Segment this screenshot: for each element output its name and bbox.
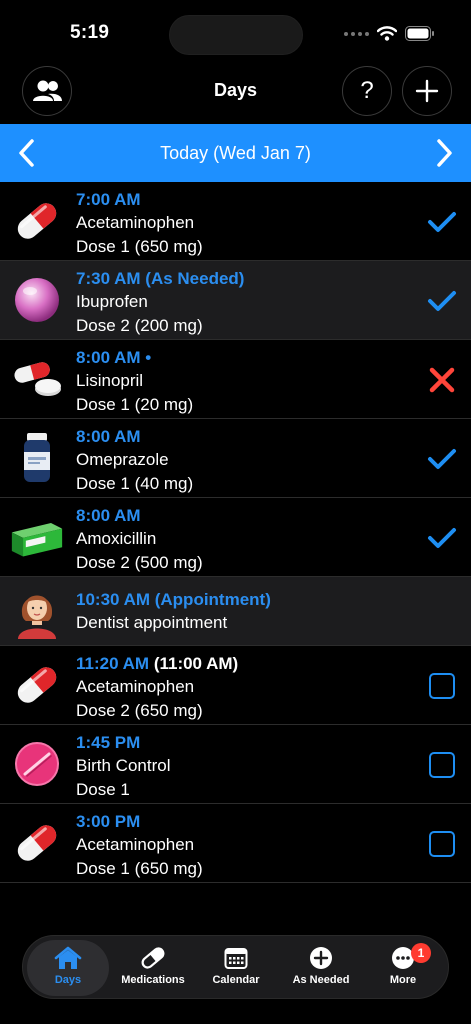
medication-name: Acetaminophen: [76, 213, 195, 232]
chevron-right-icon: [437, 139, 452, 167]
take-dose-checkbox[interactable]: [427, 829, 457, 859]
taken-check-button[interactable]: [427, 523, 457, 553]
pill-capsule-icon: [10, 816, 64, 870]
battery-icon: [405, 26, 434, 41]
dose-time: 3:00 PM: [76, 812, 141, 831]
medication-name: Acetaminophen: [76, 835, 195, 854]
dose-detail: Dose 1 (20 mg): [76, 395, 194, 414]
dose-time: 7:00 AM: [76, 190, 141, 209]
page-title: Days: [213, 80, 258, 100]
list-item[interactable]: 3:00 PM Acetaminophen Dose 1 (650 mg): [0, 804, 471, 883]
dose-time: 1:45 PM: [76, 733, 141, 752]
tab-label: Calendar: [212, 974, 260, 986]
next-day-button[interactable]: [427, 136, 461, 170]
dose-time: 8:00 AM: [76, 427, 141, 446]
day-title[interactable]: Today (Wed Jan 7): [0, 143, 471, 164]
appointment-time: 10:30 AM (Appointment): [76, 590, 271, 609]
pink-tablet-icon: [10, 737, 64, 791]
list-item[interactable]: 8:00 AM • Lisinopril Dose 1 (20 mg): [0, 340, 471, 419]
calendar-icon: [224, 948, 248, 969]
dose-detail: Dose 2 (200 mg): [76, 316, 203, 335]
appointment-name: Dentist appointment: [76, 613, 228, 632]
empty-checkbox-icon: [429, 752, 455, 778]
x-mark-icon: [429, 367, 455, 393]
list-item[interactable]: 8:00 AM Omeprazole Dose 1 (40 mg): [0, 419, 471, 498]
status-time: 5:19: [70, 22, 110, 43]
dose-detail: Dose 2 (650 mg): [76, 701, 203, 720]
checkmark-icon: [428, 291, 456, 311]
pill-bottle-icon: [10, 431, 64, 485]
help-button[interactable]: ?: [342, 66, 392, 116]
dose-detail: Dose 1: [76, 780, 130, 799]
missed-x-button[interactable]: [427, 365, 457, 395]
list-item[interactable]: 1:45 PM Birth Control Dose 1: [0, 725, 471, 804]
empty-checkbox-icon: [429, 831, 455, 857]
status-icons: [344, 26, 435, 41]
empty-checkbox-icon: [429, 673, 455, 699]
pill-capsule-icon: [10, 658, 64, 712]
tab-label: Days: [54, 974, 82, 986]
person-avatar-icon: [10, 585, 64, 639]
take-dose-checkbox[interactable]: [427, 671, 457, 701]
dose-list: 7:00 AM Acetaminophen Dose 1 (650 mg) 7:…: [0, 182, 471, 883]
checkmark-icon: [428, 212, 456, 232]
dose-detail: Dose 1 (40 mg): [76, 474, 194, 493]
medication-name: Acetaminophen: [76, 677, 195, 696]
pills-icon: [10, 352, 64, 406]
status-bar: 5:19: [0, 0, 471, 66]
medication-name: Amoxicillin: [76, 529, 157, 548]
list-item[interactable]: 11:20 AM (11:00 AM) Acetaminophen Dose 2…: [0, 646, 471, 725]
pill-capsule-icon: [10, 194, 64, 248]
dose-detail: Dose 2 (500 mg): [76, 553, 203, 572]
help-label: ?: [360, 77, 374, 104]
dynamic-island: [169, 15, 303, 55]
tab-as-needed[interactable]: As Needed: [280, 940, 362, 996]
checkmark-icon: [428, 449, 456, 469]
checkmark-icon: [428, 528, 456, 548]
plus-icon: [415, 79, 439, 103]
dose-detail: Dose 1 (650 mg): [76, 237, 203, 256]
medication-name: Omeprazole: [76, 450, 169, 469]
dose-time: 8:00 AM: [76, 506, 141, 525]
plus-circle-icon: [310, 947, 332, 969]
dose-detail: Dose 1 (650 mg): [76, 859, 203, 878]
list-item[interactable]: 8:00 AM Amoxicillin Dose 2 (500 mg): [0, 498, 471, 577]
list-item[interactable]: 7:30 AM (As Needed) Ibuprofen Dose 2 (20…: [0, 261, 471, 340]
taken-check-button[interactable]: [427, 286, 457, 316]
original-time: (11:00 AM): [153, 654, 239, 673]
pink-pearl-pill-icon: [10, 273, 64, 327]
dose-time: 11:20 AM (11:00 AM): [76, 654, 239, 673]
tab-label: Medications: [121, 974, 185, 986]
dose-time: 7:30 AM (As Needed): [76, 269, 245, 288]
tab-calendar[interactable]: Calendar: [195, 940, 277, 996]
add-button[interactable]: [402, 66, 452, 116]
tab-bar: Days Medications Calendar As Needed 1 Mo…: [22, 935, 449, 999]
list-item[interactable]: 10:30 AM (Appointment) Dentist appointme…: [0, 577, 471, 646]
medication-name: Lisinopril: [76, 371, 144, 390]
list-item[interactable]: 7:00 AM Acetaminophen Dose 1 (650 mg): [0, 182, 471, 261]
medicine-box-icon: [10, 510, 64, 564]
taken-check-button[interactable]: [427, 444, 457, 474]
tab-days[interactable]: Days: [27, 940, 109, 996]
house-icon: [54, 946, 82, 969]
take-dose-checkbox[interactable]: [427, 750, 457, 780]
tab-more[interactable]: 1 More: [362, 940, 444, 996]
taken-check-button[interactable]: [427, 207, 457, 237]
day-navigator: Today (Wed Jan 7): [0, 124, 471, 182]
pill-icon: [141, 947, 165, 969]
cellular-signal-icon: [344, 31, 369, 36]
medication-name: Birth Control: [76, 756, 171, 775]
wifi-icon: [377, 26, 397, 41]
medication-name: Ibuprofen: [76, 292, 148, 311]
dose-time: 8:00 AM •: [76, 348, 152, 367]
tab-medications[interactable]: Medications: [112, 940, 194, 996]
tab-label: More: [389, 974, 417, 986]
tab-label: As Needed: [292, 974, 350, 986]
notification-badge: 1: [411, 943, 431, 963]
top-nav: Days ?: [0, 66, 471, 124]
home-indicator: [168, 1012, 304, 1017]
